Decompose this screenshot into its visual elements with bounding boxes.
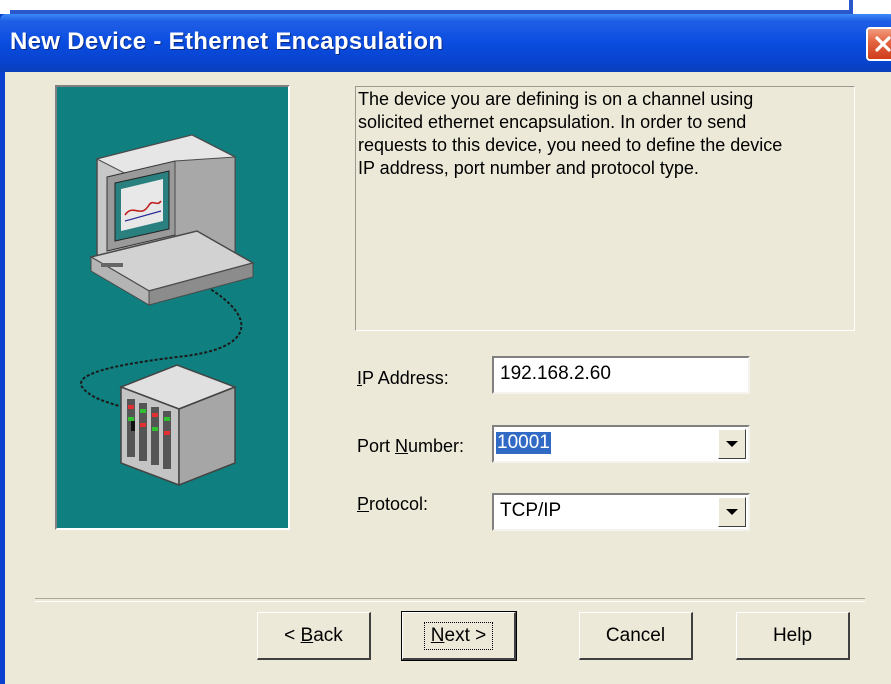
cancel-button[interactable]: Cancel bbox=[579, 612, 693, 660]
dropdown-arrow-icon bbox=[726, 441, 738, 447]
next-button[interactable]: Next > bbox=[401, 611, 517, 661]
ip-address-label-text: P Address: bbox=[362, 368, 449, 388]
port-number-value: 10001 bbox=[496, 432, 551, 454]
cancel-button-label: Cancel bbox=[605, 624, 666, 646]
window-title: New Device - Ethernet Encapsulation bbox=[10, 28, 444, 55]
network-device-icon bbox=[118, 364, 238, 487]
protocol-value: TCP/IP bbox=[500, 500, 562, 521]
port-number-select[interactable]: 10001 bbox=[492, 425, 750, 463]
dropdown-arrow-icon bbox=[726, 509, 738, 515]
close-button[interactable] bbox=[866, 27, 891, 61]
back-button[interactable]: < Back bbox=[257, 612, 371, 660]
back-button-mnemonic: B bbox=[300, 624, 314, 646]
next-button-mnemonic: N bbox=[430, 624, 445, 646]
wizard-illustration bbox=[55, 85, 290, 530]
description-line: IP address, port number and protocol typ… bbox=[358, 158, 699, 178]
port-number-dropdown-button[interactable] bbox=[718, 429, 746, 459]
help-button[interactable]: Help bbox=[736, 612, 850, 660]
protocol-label-text: rotocol: bbox=[369, 494, 429, 514]
close-icon bbox=[875, 36, 891, 52]
ip-address-label: IP Address: bbox=[357, 368, 449, 389]
next-button-text: ext > bbox=[444, 624, 487, 646]
port-number-label-text: umber: bbox=[408, 436, 465, 456]
port-number-label-pre: Port bbox=[357, 436, 396, 456]
next-button-label: Next > bbox=[423, 621, 494, 650]
port-number-label: Port Number: bbox=[357, 436, 464, 457]
computer-monitor-icon bbox=[89, 134, 255, 306]
back-button-prefix: < bbox=[284, 624, 301, 646]
background-window-strip bbox=[0, 0, 891, 14]
description-line: solicited ethernet encapsulation. In ord… bbox=[358, 112, 747, 132]
description-text: The device you are defining is on a chan… bbox=[355, 86, 855, 331]
back-button-text: ack bbox=[313, 624, 343, 646]
protocol-label-mnemonic: P bbox=[357, 494, 370, 514]
illustration-graphic bbox=[80, 134, 255, 487]
protocol-select[interactable]: TCP/IP bbox=[492, 493, 750, 531]
port-number-label-mnemonic: N bbox=[395, 436, 409, 456]
button-separator bbox=[35, 598, 865, 602]
help-button-label: Help bbox=[772, 624, 813, 646]
description-line: requests to this device, you need to def… bbox=[358, 135, 783, 155]
protocol-dropdown-button[interactable] bbox=[718, 497, 746, 527]
protocol-label: Protocol: bbox=[357, 494, 428, 515]
description-line: The device you are defining is on a chan… bbox=[358, 89, 754, 109]
title-bar[interactable]: New Device - Ethernet Encapsulation bbox=[0, 14, 891, 72]
background-window-border-right bbox=[849, 0, 853, 14]
ip-address-input[interactable]: 192.168.2.60 bbox=[492, 356, 750, 394]
back-button-label: < Back bbox=[278, 623, 349, 649]
